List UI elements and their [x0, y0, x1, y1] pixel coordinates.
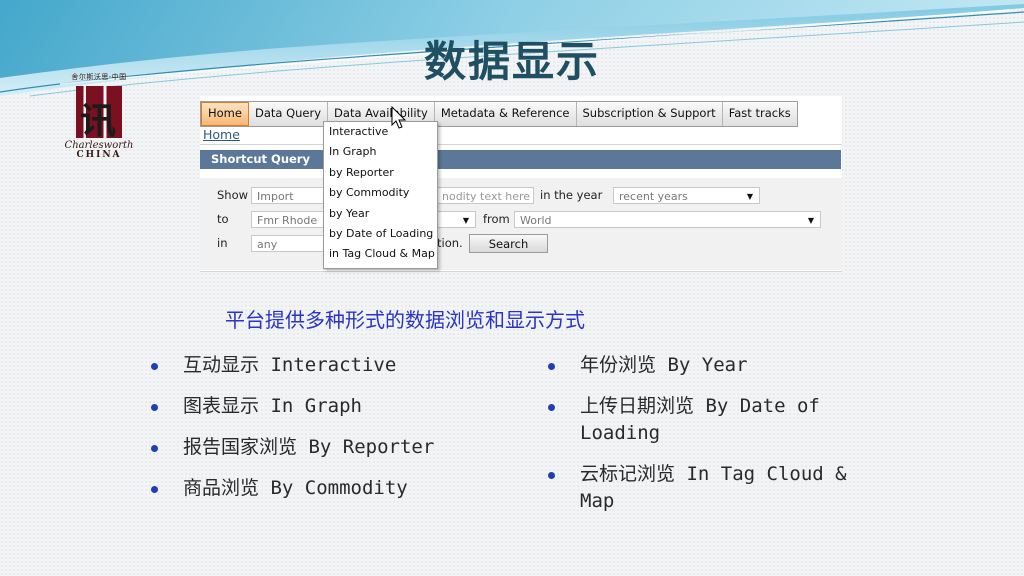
year-select[interactable]: recent years ▼: [613, 187, 760, 204]
bullet-icon: [151, 363, 158, 370]
breadcrumb-home[interactable]: Home: [203, 127, 240, 142]
chevron-down-icon: ▼: [746, 192, 753, 201]
commodity-value: nodity text here: [442, 190, 531, 203]
shortcut-query-form: Show Import nodity text here in the year…: [200, 178, 842, 270]
bullet-icon: [151, 486, 158, 493]
from-value: World: [520, 214, 552, 227]
show-select[interactable]: Import: [251, 187, 326, 204]
in-label: in: [217, 236, 228, 250]
to-value: Fmr Rhode: [257, 214, 318, 227]
bullet-icon: [151, 404, 158, 411]
list-item: 报告国家浏览 By Reporter: [151, 434, 511, 461]
in-value: any: [257, 238, 278, 251]
year-value: recent years: [619, 190, 688, 203]
shortcut-query-header: Shortcut Query: [200, 150, 841, 169]
divider: [200, 144, 842, 145]
bullet-list-right: 年份浏览 By Year 上传日期浏览 By Date of Loading 云…: [548, 352, 878, 529]
nav-fast-tracks[interactable]: Fast tracks: [723, 102, 797, 126]
to-label: to: [217, 212, 229, 226]
form-tail-text: tion.: [437, 236, 463, 250]
from-label: from: [483, 212, 510, 226]
to-select[interactable]: Fmr Rhode: [251, 211, 326, 228]
data-availability-dropdown: Interactive In Graph by Reporter by Comm…: [323, 121, 438, 269]
menu-item-by-year[interactable]: by Year: [324, 204, 437, 224]
nav-metadata-reference[interactable]: Metadata & Reference: [435, 102, 577, 126]
list-item: 年份浏览 By Year: [548, 352, 878, 379]
top-nav: Home Data Query Data Availability Metada…: [200, 101, 798, 127]
chevron-down-icon: ▼: [807, 216, 814, 225]
bullet-icon: [151, 445, 158, 452]
show-label: Show: [217, 188, 249, 202]
nav-home[interactable]: Home: [201, 102, 249, 126]
menu-item-interactive[interactable]: Interactive: [324, 122, 437, 142]
nav-subscription-support[interactable]: Subscription & Support: [577, 102, 723, 126]
to-select-arrow[interactable]: ▼: [436, 211, 476, 228]
commodity-text-input[interactable]: nodity text here: [436, 187, 534, 204]
chevron-down-icon: ▼: [462, 216, 469, 225]
slide-title: 数据显示: [423, 37, 600, 86]
bullet-icon: [548, 363, 555, 370]
nav-data-query[interactable]: Data Query: [249, 102, 329, 126]
menu-item-by-reporter[interactable]: by Reporter: [324, 163, 437, 183]
bullet-icon: [548, 404, 555, 411]
screenshot-panel: Home Data Query Data Availability Metada…: [200, 96, 842, 272]
logo-top-text: 舍尔斯沃思·中国: [71, 73, 127, 81]
bullet-icon: [548, 472, 555, 479]
search-button[interactable]: Search: [469, 234, 548, 253]
divider: [200, 271, 842, 272]
show-value: Import: [257, 190, 294, 203]
in-select[interactable]: any: [251, 235, 326, 252]
logo-mark: 讯: [76, 86, 122, 142]
list-item: 上传日期浏览 By Date of Loading: [548, 393, 878, 447]
logo-brand-sub: CHINA: [76, 150, 122, 160]
slide-subtitle: 平台提供多种形式的数据浏览和显示方式: [225, 308, 585, 332]
bullet-list-left: 互动显示 Interactive 图表显示 In Graph 报告国家浏览 By…: [151, 352, 511, 516]
menu-item-tag-cloud-map[interactable]: in Tag Cloud & Map: [324, 244, 437, 264]
in-the-year-label: in the year: [540, 188, 603, 202]
list-item: 云标记浏览 In Tag Cloud & Map: [548, 461, 878, 515]
charlesworth-logo: 舍尔斯沃思·中国 讯 Charlesworth CHINA: [62, 72, 136, 172]
menu-item-in-graph[interactable]: In Graph: [324, 142, 437, 162]
logo-glyph: 讯: [80, 100, 117, 142]
list-item: 商品浏览 By Commodity: [151, 475, 511, 502]
menu-item-by-commodity[interactable]: by Commodity: [324, 183, 437, 203]
menu-item-by-date-of-loading[interactable]: by Date of Loading: [324, 224, 437, 244]
list-item: 图表显示 In Graph: [151, 393, 511, 420]
list-item: 互动显示 Interactive: [151, 352, 511, 379]
mouse-cursor-icon: [391, 106, 407, 129]
from-select[interactable]: World ▼: [514, 211, 821, 228]
